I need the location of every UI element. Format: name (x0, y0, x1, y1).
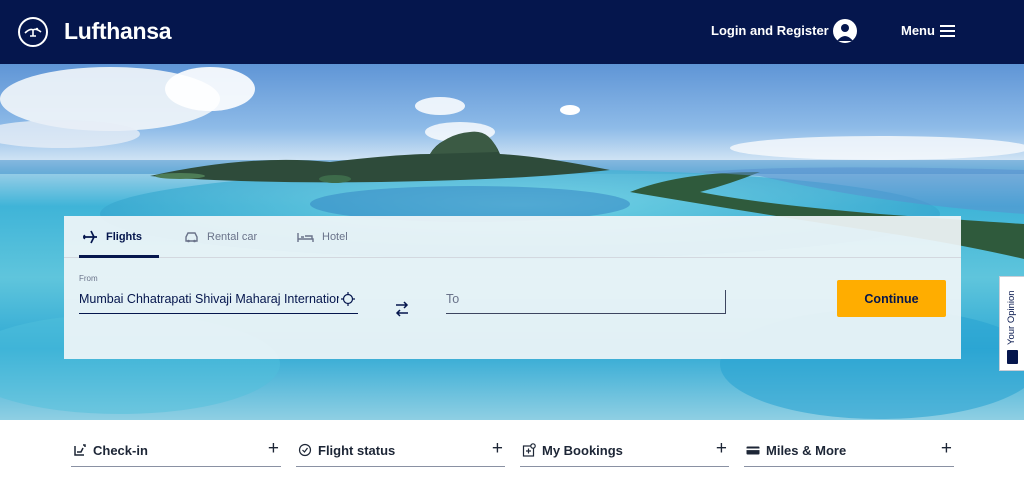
car-icon (185, 232, 198, 243)
plus-icon: + (940, 438, 952, 459)
to-input-placeholder[interactable]: To (446, 292, 459, 306)
brand-name[interactable]: Lufthansa (64, 18, 172, 45)
user-account-icon[interactable] (833, 19, 857, 43)
hamburger-menu-icon[interactable] (940, 25, 955, 37)
feedback-icon (1007, 350, 1018, 364)
from-label: From (79, 274, 98, 283)
crane-logo-icon[interactable] (18, 17, 48, 47)
tab-flights-label: Flights (106, 231, 143, 243)
from-input-value[interactable]: Mumbai Chhatrapati Shivaji Maharaj Inter… (79, 292, 339, 306)
feedback-label: Your Opinion (1006, 290, 1017, 345)
feedback-tab[interactable]: Your Opinion (999, 276, 1024, 371)
my-bookings-label: My Bookings (542, 443, 623, 458)
miles-more-label: Miles & More (766, 443, 847, 458)
plus-icon: + (491, 438, 503, 459)
checkin-icon (74, 444, 86, 456)
swap-icon[interactable] (395, 300, 409, 318)
continue-button[interactable]: Continue (837, 280, 946, 317)
quick-link-my-bookings[interactable]: My Bookings + (520, 434, 729, 467)
check-in-label: Check-in (93, 443, 148, 458)
active-tab-indicator (79, 255, 159, 258)
tab-rental-car-label: Rental car (207, 231, 258, 243)
from-field[interactable]: Mumbai Chhatrapati Shivaji Maharaj Inter… (79, 290, 358, 314)
flight-search-panel: Flights Rental car Hotel From Mumbai Chh… (64, 216, 961, 359)
plus-icon: + (267, 438, 279, 459)
quick-link-flight-status[interactable]: Flight status + (296, 434, 505, 467)
to-field[interactable]: To (446, 290, 726, 314)
menu-button[interactable]: Menu (901, 23, 935, 38)
quick-link-check-in[interactable]: Check-in + (71, 434, 281, 467)
booking-tabs: Flights Rental car Hotel (64, 216, 961, 258)
card-icon (746, 446, 760, 455)
quick-link-miles-more[interactable]: Miles & More + (744, 434, 954, 467)
tab-hotel-label: Hotel (322, 231, 348, 243)
tab-rental-car[interactable]: Rental car (184, 216, 257, 258)
booking-icon (522, 443, 536, 457)
locate-icon[interactable] (341, 292, 355, 306)
bed-icon (297, 232, 314, 242)
clock-icon (298, 443, 312, 457)
tab-flights[interactable]: Flights (82, 216, 142, 258)
tab-hotel[interactable]: Hotel (297, 216, 348, 258)
plane-icon (83, 230, 97, 244)
flight-status-label: Flight status (318, 443, 396, 458)
plus-icon: + (715, 438, 727, 459)
crane-icon (24, 27, 42, 37)
login-register-link[interactable]: Login and Register (711, 23, 829, 38)
site-header: Lufthansa Login and Register Menu (0, 0, 1024, 64)
